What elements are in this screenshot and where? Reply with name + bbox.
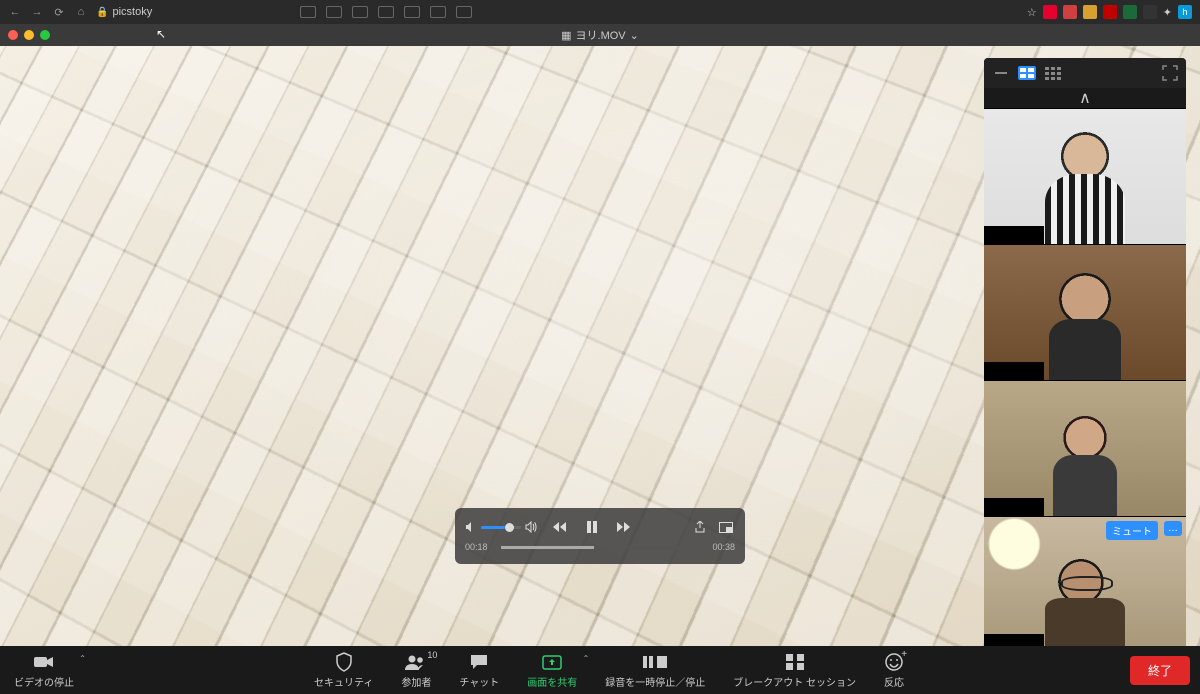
pause-stop-icon <box>642 652 668 672</box>
extension-icon[interactable] <box>1083 5 1097 19</box>
volume-control[interactable] <box>465 521 537 533</box>
chevron-up-icon[interactable]: ⌃ <box>79 654 86 663</box>
extension-icon[interactable] <box>1043 5 1057 19</box>
gallery-header <box>984 58 1186 88</box>
toolbar-label: 録音を一時停止／停止 <box>605 674 705 689</box>
window-title: ▦ ヨリ.MOV ⌄ <box>561 27 639 43</box>
breakout-icon <box>785 652 805 672</box>
volume-slider[interactable] <box>481 526 521 529</box>
filename: ヨリ.MOV <box>576 27 626 43</box>
cursor-icon: ↖ <box>156 27 166 41</box>
participant-tile[interactable] <box>984 108 1186 244</box>
bookmark-star-icon[interactable]: ☆ <box>1027 6 1037 19</box>
profile-avatar[interactable]: h <box>1178 5 1192 19</box>
chevron-down-icon[interactable]: ⌄ <box>630 29 639 42</box>
window-titlebar: ↖ ▦ ヨリ.MOV ⌄ <box>0 24 1200 46</box>
toolbar-label: チャット <box>459 674 499 689</box>
view-strip-button[interactable] <box>1018 66 1036 80</box>
shield-icon <box>335 652 353 672</box>
toolbar-label: ビデオの停止 <box>14 674 74 689</box>
breakout-button[interactable]: ブレークアウト セッション <box>719 646 870 694</box>
toolbar-label: セキュリティ <box>314 674 373 689</box>
collapse-gallery-button[interactable]: ∧ <box>984 88 1186 108</box>
extension-icon[interactable] <box>1063 5 1077 19</box>
address-bar[interactable]: 🔒 picstoky <box>96 6 152 18</box>
end-meeting-button[interactable]: 終了 <box>1130 656 1190 685</box>
security-button[interactable]: セキュリティ <box>300 646 387 694</box>
chevron-up-icon[interactable]: ⌃ <box>583 654 590 663</box>
extensions-menu-icon[interactable]: ✦ <box>1163 6 1172 19</box>
toolbar-label: 参加者 <box>401 674 431 689</box>
time-total: 00:38 <box>705 542 735 552</box>
chat-button[interactable]: チャット <box>445 646 513 694</box>
lock-icon: 🔒 <box>96 7 108 18</box>
participant-more-button[interactable]: … <box>1164 521 1182 536</box>
participant-video <box>984 381 1186 516</box>
participants-count: 10 <box>427 650 437 660</box>
chevron-up-icon: ∧ <box>1079 88 1091 108</box>
time-elapsed: 00:18 <box>465 542 495 552</box>
url-host: picstoky <box>112 6 152 18</box>
fullscreen-button[interactable] <box>1162 65 1178 81</box>
progress-bar[interactable] <box>501 546 699 549</box>
extension-icon[interactable] <box>1143 5 1157 19</box>
participants-icon <box>404 652 428 672</box>
participant-name-bar <box>984 498 1044 516</box>
rewind-button[interactable] <box>551 518 569 536</box>
window-close-button[interactable] <box>8 30 18 40</box>
volume-icon <box>465 521 477 533</box>
stop-video-button[interactable]: ビデオの停止 ⌃ <box>0 646 88 694</box>
home-button[interactable]: ⌂ <box>74 5 88 19</box>
reactions-button[interactable]: 反応 + <box>870 646 918 694</box>
video-icon <box>33 652 55 672</box>
extension-icon[interactable] <box>1103 5 1117 19</box>
extension-icon[interactable] <box>1123 5 1137 19</box>
browser-chrome: ← → ⟳ ⌂ 🔒 picstoky ☆ ✦ h <box>0 0 1200 24</box>
zoom-toolbar: ビデオの停止 ⌃ セキュリティ 参加者 10 チャット 画面を共有 ⌃ 録音を一… <box>0 646 1200 694</box>
participant-tile[interactable] <box>984 380 1186 516</box>
window-maximize-button[interactable] <box>40 30 50 40</box>
participant-tile[interactable] <box>984 244 1186 380</box>
fast-forward-button[interactable] <box>615 518 633 536</box>
pause-button[interactable] <box>583 518 601 536</box>
toolbar-label: 画面を共有 <box>527 674 577 689</box>
share-screen-button[interactable]: 画面を共有 ⌃ <box>513 646 591 694</box>
video-player-controls: 00:18 00:38 <box>455 508 745 564</box>
toolbar-label: 反応 <box>884 674 904 689</box>
share-icon <box>542 652 562 672</box>
reload-button[interactable]: ⟳ <box>52 5 66 19</box>
view-minimal-button[interactable] <box>992 66 1010 80</box>
view-grid-button[interactable] <box>1044 66 1062 80</box>
window-traffic-lights <box>0 30 50 40</box>
participant-video <box>984 245 1186 380</box>
browser-extensions: ☆ ✦ h <box>1027 5 1192 19</box>
mute-participant-button[interactable]: ミュート <box>1106 521 1158 540</box>
participant-video <box>984 109 1186 244</box>
document-icon: ▦ <box>561 29 571 42</box>
back-button[interactable]: ← <box>8 5 22 19</box>
participant-name-bar <box>984 226 1044 244</box>
record-button[interactable]: 録音を一時停止／停止 <box>591 646 719 694</box>
participant-gallery: ∧ ミュート … <box>984 58 1186 652</box>
pip-icon[interactable] <box>717 518 735 536</box>
plus-icon: + <box>901 649 907 660</box>
window-minimize-button[interactable] <box>24 30 34 40</box>
forward-button[interactable]: → <box>30 5 44 19</box>
background-app-toolbar <box>300 0 472 24</box>
volume-max-icon <box>525 521 537 533</box>
share-icon[interactable] <box>691 518 709 536</box>
participant-name-bar <box>984 362 1044 380</box>
participant-tile[interactable]: ミュート … <box>984 516 1186 652</box>
toolbar-label: ブレークアウト セッション <box>733 674 856 689</box>
participants-button[interactable]: 参加者 10 <box>387 646 445 694</box>
chat-icon <box>469 652 489 672</box>
